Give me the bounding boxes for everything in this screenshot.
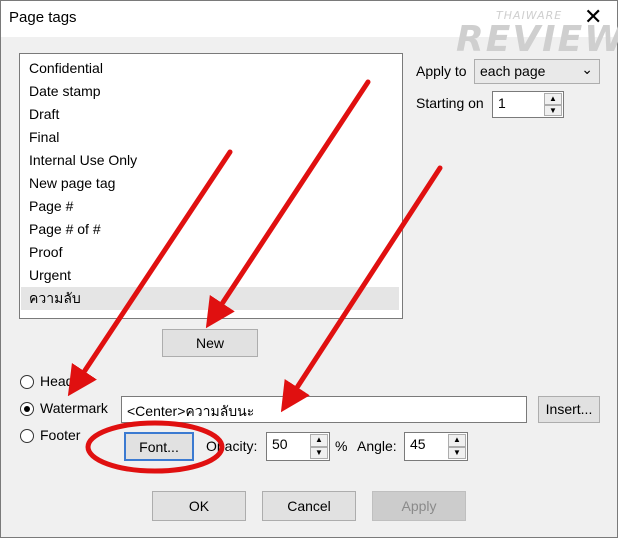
footer-radio-label: Footer	[40, 427, 81, 443]
apply-button[interactable]: Apply	[372, 491, 466, 521]
opacity-unit: %	[335, 438, 348, 454]
chevron-down-icon: ⌄	[581, 61, 593, 77]
angle-label: Angle:	[357, 438, 397, 454]
list-item[interactable]: Page #	[21, 195, 399, 218]
angle-value: 45	[410, 436, 426, 452]
spin-down-icon[interactable]: ▼	[448, 446, 466, 459]
review-logo-watermark: THAIWARE REVIEW	[456, 9, 618, 60]
spin-up-icon[interactable]: ▲	[310, 434, 328, 447]
logo-line2: REVIEW	[456, 19, 618, 60]
list-item[interactable]: Internal Use Only	[21, 149, 399, 172]
opacity-spinner[interactable]: 50 ▲ ▼	[266, 432, 330, 461]
list-item[interactable]: New page tag	[21, 172, 399, 195]
list-item[interactable]: Urgent	[21, 264, 399, 287]
tag-text-input[interactable]: <Center>ความลับนะ	[121, 396, 527, 423]
header-radio[interactable]	[20, 375, 34, 389]
header-radio-label: Head	[40, 373, 74, 389]
watermark-radio-label: Watermark	[40, 400, 108, 416]
spin-up-icon[interactable]: ▲	[448, 434, 466, 447]
spin-down-icon[interactable]: ▼	[544, 104, 562, 116]
insert-button[interactable]: Insert...	[538, 396, 600, 423]
list-item-selected[interactable]: ความลับ	[21, 287, 399, 310]
starting-on-label: Starting on	[416, 95, 484, 111]
spin-up-icon[interactable]: ▲	[544, 93, 562, 105]
list-item[interactable]: Draft	[21, 103, 399, 126]
dialog-title: Page tags	[9, 9, 77, 26]
cancel-button[interactable]: Cancel	[262, 491, 356, 521]
spin-down-icon[interactable]: ▼	[310, 446, 328, 459]
new-button[interactable]: New	[162, 329, 258, 357]
starting-on-spinner[interactable]: 1 ▲ ▼	[492, 91, 564, 118]
apply-to-value: each page	[480, 63, 546, 79]
page-tags-dialog: Page tags ✕ THAIWARE REVIEW Confidential…	[0, 0, 618, 538]
opacity-value: 50	[272, 436, 288, 452]
tag-listbox[interactable]: Confidential Date stamp Draft Final Inte…	[19, 53, 403, 319]
list-item[interactable]: Page # of #	[21, 218, 399, 241]
angle-spinner[interactable]: 45 ▲ ▼	[404, 432, 468, 461]
apply-to-label: Apply to	[416, 63, 467, 79]
starting-on-value: 1	[498, 95, 506, 111]
watermark-radio[interactable]	[20, 402, 34, 416]
footer-radio[interactable]	[20, 429, 34, 443]
list-item[interactable]: Date stamp	[21, 80, 399, 103]
opacity-label: Opacity:	[206, 438, 258, 454]
tag-text-value: <Center>ความลับนะ	[127, 403, 255, 419]
apply-to-select[interactable]: each page ⌄	[474, 59, 600, 84]
font-button[interactable]: Font...	[124, 432, 194, 461]
list-item[interactable]: Final	[21, 126, 399, 149]
ok-button[interactable]: OK	[152, 491, 246, 521]
list-item[interactable]: Confidential	[21, 57, 399, 80]
list-item[interactable]: Proof	[21, 241, 399, 264]
